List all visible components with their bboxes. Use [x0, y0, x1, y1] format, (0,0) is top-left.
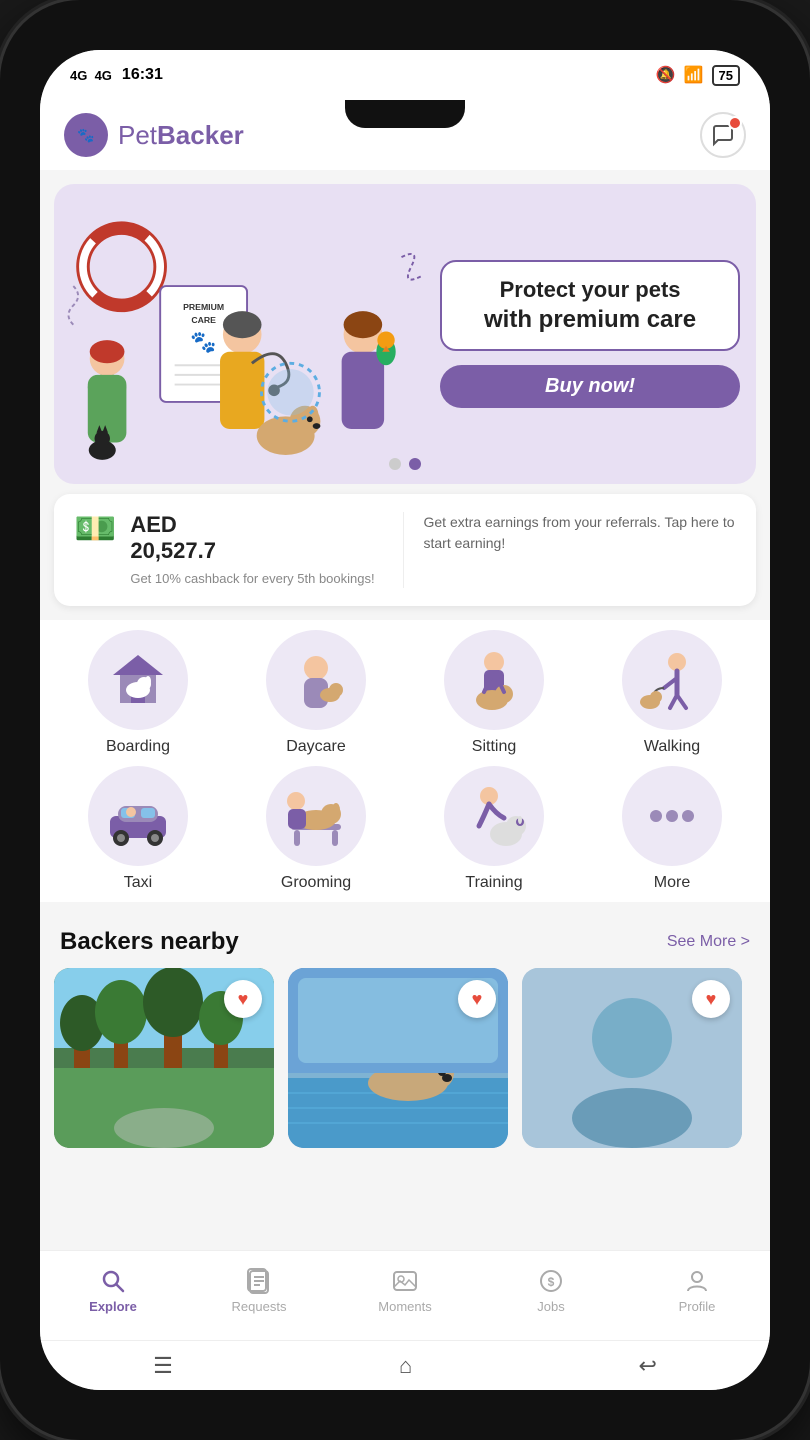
nav-explore[interactable]: Explore: [73, 1267, 153, 1314]
promo-banner[interactable]: PREMIUM CARE 🐾: [54, 184, 756, 484]
nav-requests[interactable]: Requests: [219, 1267, 299, 1314]
time: 16:31: [122, 66, 163, 84]
backer-3-heart[interactable]: ♥: [692, 980, 730, 1018]
money-icon: 💵: [74, 512, 116, 546]
service-taxi[interactable]: Taxi: [54, 766, 222, 892]
buy-now-button[interactable]: Buy now!: [440, 365, 740, 408]
banner-dot-2: [409, 458, 421, 470]
earnings-referral[interactable]: Get extra earnings from your referrals. …: [420, 512, 737, 554]
moments-label: Moments: [378, 1299, 431, 1314]
backers-title: Backers nearby: [60, 928, 239, 956]
nav-profile[interactable]: Profile: [657, 1267, 737, 1314]
wifi-icon: 📶: [684, 65, 704, 85]
nav-jobs[interactable]: $ Jobs: [511, 1267, 591, 1314]
referral-text: Get extra earnings from your referrals. …: [424, 512, 737, 554]
see-more-button[interactable]: See More >: [667, 933, 750, 951]
banner-text-area: Protect your pets with premium care Buy …: [440, 240, 756, 429]
backer-card-3[interactable]: ♥: [522, 968, 742, 1148]
backers-section-header: Backers nearby See More >: [40, 912, 770, 968]
service-more[interactable]: More: [588, 766, 756, 892]
sitting-label: Sitting: [472, 738, 516, 756]
backer-2-heart[interactable]: ♥: [458, 980, 496, 1018]
taxi-icon: [88, 766, 188, 866]
earnings-card[interactable]: 💵 AED 20,527.7 Get 10% cashback for ever…: [54, 494, 756, 606]
status-icons: 🔕 📶 75: [656, 65, 740, 86]
home-button[interactable]: ⌂: [399, 1353, 412, 1379]
banner-headline: Protect your pets with premium care: [458, 276, 722, 336]
svg-text:🐾: 🐾: [190, 331, 216, 354]
taxi-label: Taxi: [124, 874, 152, 892]
svg-text:CARE: CARE: [191, 315, 216, 325]
system-bar: ☰ ⌂ ↩: [40, 1340, 770, 1390]
heart-icon: ♥: [238, 989, 249, 1010]
grooming-label: Grooming: [281, 874, 351, 892]
training-label: Training: [465, 874, 522, 892]
service-training[interactable]: Training: [410, 766, 578, 892]
logo: 🐾 PetBacker: [64, 113, 244, 157]
service-sitting[interactable]: Sitting: [410, 630, 578, 756]
menu-button[interactable]: ☰: [153, 1353, 173, 1379]
training-icon: [444, 766, 544, 866]
earnings-cashback: Get 10% cashback for every 5th bookings!: [130, 570, 374, 588]
requests-label: Requests: [232, 1299, 287, 1314]
nav-moments[interactable]: Moments: [365, 1267, 445, 1314]
walking-label: Walking: [644, 738, 700, 756]
service-walking[interactable]: Walking: [588, 630, 756, 756]
sitting-icon: [444, 630, 544, 730]
earnings-info: AED 20,527.7 Get 10% cashback for every …: [130, 512, 374, 588]
carrier: 4G 4G: [70, 68, 112, 83]
service-boarding[interactable]: Boarding: [54, 630, 222, 756]
service-grid: Boarding Daycare: [40, 620, 770, 902]
earnings-left: 💵 AED 20,527.7 Get 10% cashback for ever…: [74, 512, 404, 588]
backers-list: ♥: [40, 968, 770, 1168]
svg-text:$: $: [548, 1275, 555, 1289]
banner-text-box: Protect your pets with premium care: [440, 260, 740, 352]
daycare-icon: [266, 630, 366, 730]
banner-dot-1: [389, 458, 401, 470]
logo-text: PetBacker: [118, 120, 244, 151]
svg-text:PREMIUM: PREMIUM: [183, 302, 224, 312]
explore-icon: [99, 1267, 127, 1295]
chat-button[interactable]: [700, 112, 746, 158]
jobs-label: Jobs: [537, 1299, 564, 1314]
more-icon: [622, 766, 722, 866]
carrier-time: 4G 4G 16:31: [70, 66, 163, 84]
banner-illustration: PREMIUM CARE 🐾: [54, 184, 440, 484]
more-label: More: [654, 874, 690, 892]
boarding-icon: [88, 630, 188, 730]
main-content: PREMIUM CARE 🐾: [40, 170, 770, 1250]
walking-icon: [622, 630, 722, 730]
requests-icon: [245, 1267, 273, 1295]
banner-dots: [389, 458, 421, 470]
logo-icon: 🐾: [64, 113, 108, 157]
profile-icon: [683, 1267, 711, 1295]
status-bar: 4G 4G 16:31 🔕 📶 75: [40, 50, 770, 100]
moments-icon: [391, 1267, 419, 1295]
explore-label: Explore: [89, 1299, 137, 1314]
back-button[interactable]: ↩: [638, 1353, 656, 1379]
jobs-icon: $: [537, 1267, 565, 1295]
profile-label: Profile: [679, 1299, 716, 1314]
grooming-icon: [266, 766, 366, 866]
silent-icon: 🔕: [656, 65, 676, 85]
earnings-currency: AED: [130, 512, 374, 538]
boarding-label: Boarding: [106, 738, 170, 756]
earnings-amount: 20,527.7: [130, 538, 374, 564]
backer-card-2[interactable]: ♥: [288, 968, 508, 1148]
backer-1-heart[interactable]: ♥: [224, 980, 262, 1018]
battery-icon: 75: [712, 65, 740, 86]
service-daycare[interactable]: Daycare: [232, 630, 400, 756]
heart-icon-2: ♥: [472, 989, 483, 1010]
svg-text:🐾: 🐾: [77, 127, 94, 144]
chat-badge: [728, 116, 742, 130]
heart-icon-3: ♥: [706, 989, 717, 1010]
service-grooming[interactable]: Grooming: [232, 766, 400, 892]
daycare-label: Daycare: [286, 738, 346, 756]
bottom-nav: Explore Requests Moments: [40, 1250, 770, 1340]
backer-card-1[interactable]: ♥: [54, 968, 274, 1148]
